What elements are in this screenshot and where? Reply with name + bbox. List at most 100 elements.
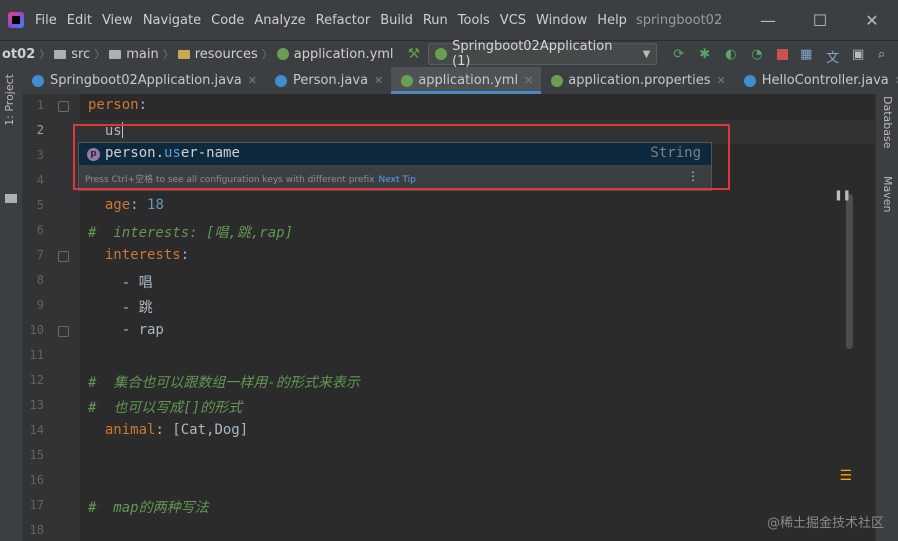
tab-springboot02application[interactable]: Springboot02Application.java ✕ [22,67,265,94]
window-title: springboot02 [635,12,723,28]
breadcrumb-separator-icon: 〉 [39,48,51,61]
breadcrumb-separator-icon: 〉 [94,48,106,61]
window-controls: — ☐ ✕ [742,0,898,40]
java-class-icon [32,74,44,87]
breadcrumb-src[interactable]: src [54,47,90,62]
tab-application-properties[interactable]: application.properties ✕ [541,67,733,94]
close-window-button[interactable]: ✕ [846,11,898,30]
yaml-value: 18 [147,197,164,213]
line-number: 6 [36,223,44,237]
yml-file-icon [276,48,289,60]
menu-view[interactable]: View [97,13,138,28]
project-folder-icon[interactable] [5,194,17,203]
maven-panel-label[interactable]: Maven [881,176,894,212]
database-panel-label[interactable]: Database [881,96,894,149]
yaml-colon: : [180,247,190,263]
chevron-down-icon: ▼ [642,48,651,60]
line-number: 11 [29,348,44,362]
yaml-key: person [88,97,139,113]
line-number: 12 [29,373,44,387]
line-number: 10 [29,323,44,337]
line-number: 14 [29,423,44,437]
fold-marker-icon[interactable] [58,251,69,262]
line-number: 7 [36,248,44,262]
project-panel-label[interactable]: 1: Project [3,74,16,126]
vertical-scrollbar[interactable] [846,194,853,349]
warning-stripe-marker[interactable]: ☰ [839,468,852,484]
line-number: 17 [29,498,44,512]
close-icon[interactable]: ✕ [524,74,533,87]
editor-gutter: 1 2 3 4 5 6 7 8 9 10 11 12 13 14 15 16 1… [22,94,80,541]
code-line-9: - 跳 [88,300,153,316]
right-tool-stripe: Database Maven [875,94,898,541]
breadcrumb-main[interactable]: main [109,46,159,62]
code-line-7: interests: [88,247,189,263]
breadcrumb-project[interactable]: ot02 [2,47,35,62]
watermark: @稀土掘金技术社区 [766,516,884,531]
menu-help[interactable]: Help [592,13,632,28]
breadcrumb-separator-icon: 〉 [261,48,273,61]
navigation-bar: ot02 〉 src 〉 main 〉 resources 〉 applicat… [0,39,898,69]
menu-build[interactable]: Build [375,13,418,28]
inspection-status-icon[interactable]: ❚❚ [834,190,851,201]
debug-bug-icon[interactable]: ✱ [699,47,713,62]
menu-vcs[interactable]: VCS [495,13,531,28]
tab-application-yml[interactable]: application.yml ✕ [391,67,542,94]
fold-marker-icon[interactable] [58,326,69,337]
highlight-annotation-box [73,124,730,190]
search-icon[interactable]: ⌕ [878,47,892,62]
spring-boot-icon [435,48,448,60]
run-configuration-label: Springboot02Application (1) [452,39,613,69]
project-structure-icon[interactable]: ▦ [800,47,814,62]
tab-label: Person.java [292,73,369,88]
properties-file-icon [551,74,564,87]
menu-refactor[interactable]: Refactor [311,13,376,28]
breadcrumb-src-label: src [71,46,91,62]
menu-code[interactable]: Code [206,13,249,28]
close-icon[interactable]: ✕ [374,74,383,87]
tab-label: application.properties [568,73,711,88]
breadcrumb-separator-icon: 〉 [162,48,174,61]
line-number: 9 [36,298,44,312]
menu-file[interactable]: File [30,13,62,28]
yaml-sep: : [130,197,148,213]
build-hammer-icon[interactable]: ⚒ [408,46,421,62]
tab-hellocontroller[interactable]: HelloController.java ✕ [734,67,898,94]
close-icon[interactable]: ✕ [248,74,257,87]
menu-run[interactable]: Run [418,13,453,28]
yaml-key: age [88,197,131,213]
yaml-key: animal [88,422,156,438]
menu-edit[interactable]: Edit [62,13,97,28]
rerun-icon[interactable]: ⟳ [673,47,687,62]
run-configuration-dropdown[interactable]: Springboot02Application (1) ▼ [428,39,658,69]
resources-folder-icon [177,49,190,59]
minimize-button[interactable]: — [742,11,794,30]
code-line-13-comment: # 也可以写成[]的形式 [88,400,243,416]
line-number: 3 [36,148,44,162]
run-coverage-icon[interactable]: ◐ [725,47,739,62]
close-icon[interactable]: ✕ [716,74,725,87]
java-class-icon [743,74,756,87]
breadcrumb-file[interactable]: application.yml [276,47,394,62]
breadcrumb-resources[interactable]: resources [177,47,258,62]
line-number: 1 [36,98,44,112]
code-line-12-comment: # 集合也可以跟数组一样用-的形式来表示 [88,375,360,391]
line-number: 18 [29,523,44,537]
line-number: 2 [36,123,44,137]
code-line-14: animal: [Cat,Dog] [88,422,248,438]
profiler-icon[interactable]: ◔ [751,47,765,62]
translate-icon[interactable]: 文 [826,47,840,66]
maximize-button[interactable]: ☐ [794,11,846,30]
menu-navigate[interactable]: Navigate [138,13,206,28]
line-number: 16 [29,473,44,487]
menu-window[interactable]: Window [531,13,592,28]
yaml-colon: : [138,97,148,113]
menu-tools[interactable]: Tools [453,13,495,28]
tab-person[interactable]: Person.java ✕ [265,67,391,94]
fold-marker-icon[interactable] [58,101,69,112]
line-number: 8 [36,273,44,287]
menu-analyze[interactable]: Analyze [249,13,310,28]
breadcrumb-main-label: main [126,46,159,62]
terminal-icon[interactable]: ▣ [852,47,866,62]
stop-icon[interactable] [777,48,789,60]
